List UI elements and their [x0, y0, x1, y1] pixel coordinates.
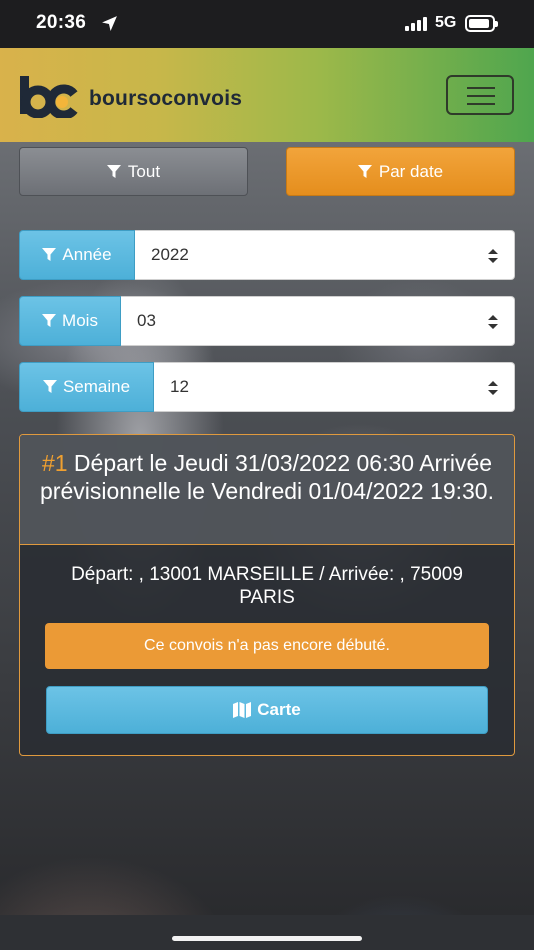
home-indicator[interactable]: [172, 936, 362, 941]
filter-icon: [106, 164, 121, 178]
year-value: 2022: [151, 245, 189, 264]
map-button-label: Carte: [257, 700, 301, 719]
map-icon: [233, 702, 252, 718]
convoy-card-header: #1 Départ le Jeudi 31/03/2022 06:30 Arri…: [20, 435, 514, 545]
filter-all-label: Tout: [127, 161, 161, 181]
week-value: 12: [170, 377, 189, 396]
filter-icon: [42, 380, 57, 393]
month-filter-label: Mois: [19, 296, 121, 346]
bc-logo-icon[interactable]: [18, 74, 80, 118]
hamburger-icon: [467, 87, 495, 89]
month-select-group: Mois 03: [19, 296, 515, 346]
brand-name[interactable]: boursoconvois: [89, 87, 242, 111]
filter-icon: [42, 314, 57, 327]
convoy-title: Départ le Jeudi 31/03/2022 06:30 Arrivée…: [40, 450, 494, 504]
year-filter-label: Année: [19, 230, 135, 280]
bottom-bar: [0, 915, 534, 950]
month-select[interactable]: 03: [121, 296, 515, 346]
week-select[interactable]: 12: [154, 362, 515, 412]
year-select[interactable]: 2022: [135, 230, 515, 280]
navbar: boursoconvois: [0, 48, 534, 142]
status-time: 20:36: [36, 12, 87, 33]
filter-icon: [42, 248, 57, 261]
convoy-route: Départ: , 13001 MARSEILLE / Arrivée: , 7…: [71, 564, 463, 608]
menu-toggle-button[interactable]: [446, 75, 514, 115]
filter-icon: [357, 164, 372, 178]
week-filter-label: Semaine: [19, 362, 154, 412]
week-select-group: Semaine 12: [19, 362, 515, 412]
filter-by-date-label: Par date: [378, 161, 444, 181]
select-arrows-icon: [488, 381, 498, 395]
map-button[interactable]: Carte: [46, 686, 488, 734]
convoy-status-alert: Ce convois n'a pas encore débuté.: [45, 623, 489, 669]
network-label: 5G: [435, 14, 457, 31]
battery-icon: [465, 15, 498, 32]
status-bar: 20:36 5G: [0, 0, 534, 48]
year-select-group: Année 2022: [19, 230, 515, 280]
location-arrow-icon: [102, 16, 117, 31]
filter-by-date-button[interactable]: Par date: [286, 147, 515, 196]
signal-icon: [405, 17, 429, 31]
select-arrows-icon: [488, 249, 498, 263]
convoy-number: #1: [41, 450, 68, 476]
convoy-card: #1 Départ le Jeudi 31/03/2022 06:30 Arri…: [19, 434, 515, 756]
filter-all-button[interactable]: Tout: [19, 147, 248, 196]
month-label: Mois: [62, 311, 98, 330]
year-label: Année: [62, 245, 112, 264]
week-label: Semaine: [62, 377, 131, 396]
select-arrows-icon: [488, 315, 498, 329]
month-value: 03: [137, 311, 156, 330]
